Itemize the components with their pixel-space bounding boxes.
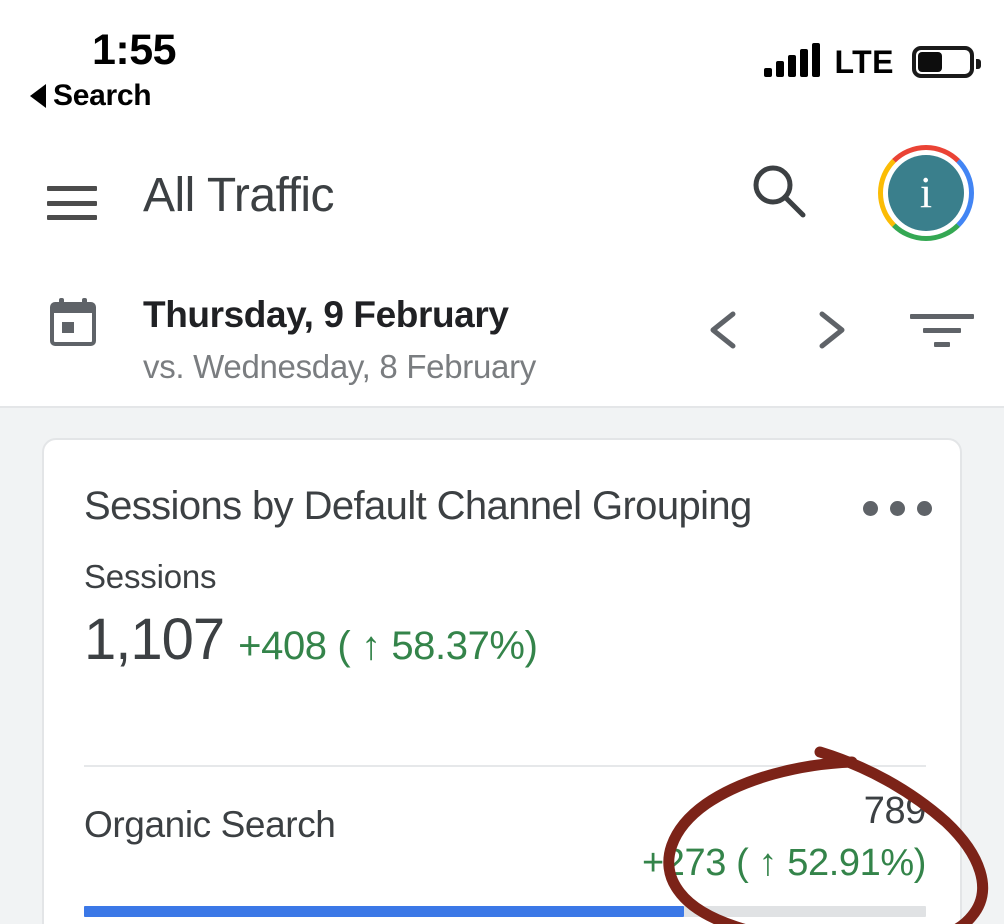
- metric-summary: 1,107 +408 ( ↑ 58.37%): [84, 606, 538, 673]
- date-selector-bar: Thursday, 9 February vs. Wednesday, 8 Fe…: [0, 268, 1004, 406]
- metric-label: Sessions: [84, 558, 217, 595]
- status-bar-indicators: LTE: [764, 40, 981, 84]
- more-options-icon[interactable]: [863, 498, 932, 518]
- chevron-left-icon[interactable]: [697, 302, 753, 358]
- channel-delta: +273 ( ↑ 52.91%): [641, 842, 926, 884]
- card-divider: [84, 765, 926, 767]
- app-toolbar: All Traffic: [0, 128, 1004, 268]
- channel-progress-fill: [84, 906, 685, 917]
- filter-icon[interactable]: [910, 306, 974, 354]
- network-type-label: LTE: [834, 43, 894, 80]
- card-title: Sessions by Default Channel Grouping: [84, 484, 752, 528]
- metric-value: 1,107: [84, 607, 225, 672]
- left-caret-icon: [30, 84, 46, 108]
- channel-progress-track: [84, 906, 926, 917]
- battery-icon: [912, 46, 981, 78]
- search-icon[interactable]: [748, 160, 810, 222]
- chevron-right-icon[interactable]: [802, 302, 858, 358]
- sessions-card: Sessions by Default Channel Grouping Ses…: [42, 438, 962, 924]
- hamburger-menu-icon[interactable]: [47, 186, 97, 220]
- back-to-search-button[interactable]: Search: [30, 79, 152, 113]
- metric-delta: +408 ( ↑ 58.37%): [238, 624, 538, 668]
- back-label: Search: [53, 79, 152, 112]
- channel-name: Organic Search: [84, 804, 336, 845]
- selected-date[interactable]: Thursday, 9 February: [143, 294, 509, 336]
- avatar[interactable]: i: [876, 143, 976, 243]
- channel-value: 789: [863, 790, 927, 832]
- page-title: All Traffic: [143, 169, 335, 222]
- status-bar-time: 1:55: [92, 26, 177, 74]
- status-bar: 1:55 Search LTE: [0, 0, 1004, 128]
- cellular-signal-icon: [764, 43, 821, 77]
- avatar-initial: i: [888, 155, 964, 231]
- calendar-icon: [50, 298, 96, 346]
- battery-fill: [918, 52, 943, 72]
- comparison-date[interactable]: vs. Wednesday, 8 February: [143, 348, 536, 386]
- app-header: All Traffic Thursday, 9 February vs. Wed…: [0, 128, 1004, 408]
- phone-screen: 1:55 Search LTE All Traffic Thursday, 9 …: [0, 0, 1004, 924]
